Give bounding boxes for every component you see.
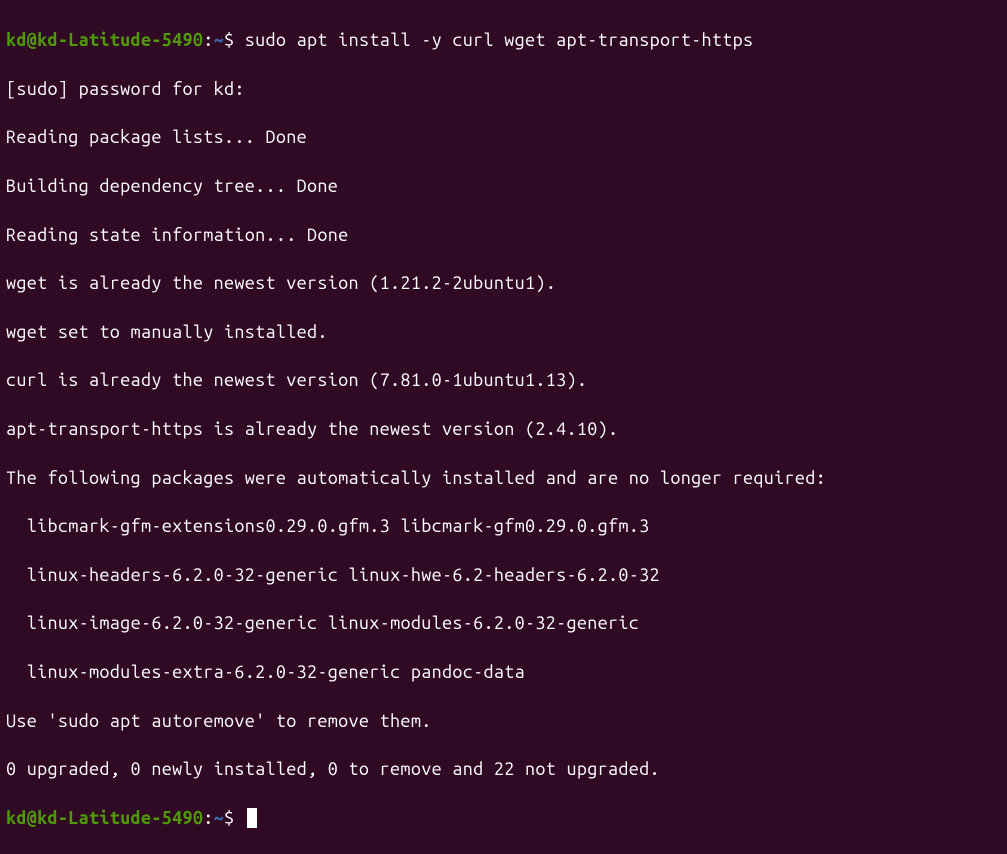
terminal[interactable]: kd@kd-Latitude-5490:~$ sudo apt install …	[6, 4, 1001, 854]
cursor-icon	[247, 808, 257, 828]
output-line: Reading package lists... Done	[6, 125, 1001, 149]
output-line: wget set to manually installed.	[6, 320, 1001, 344]
prompt-user: kd@kd-Latitude-5490	[6, 30, 203, 50]
prompt-colon: :	[203, 30, 213, 50]
prompt-user: kd@kd-Latitude-5490	[6, 808, 203, 828]
output-line: apt-transport-https is already the newes…	[6, 417, 1001, 441]
output-line: curl is already the newest version (7.81…	[6, 368, 1001, 392]
prompt-dollar: $	[224, 30, 245, 50]
prompt-colon: :	[203, 808, 213, 828]
output-line: libcmark-gfm-extensions0.29.0.gfm.3 libc…	[6, 514, 1001, 538]
output-line: Reading state information... Done	[6, 223, 1001, 247]
prompt-path: ~	[214, 808, 224, 828]
output-line: 0 upgraded, 0 newly installed, 0 to remo…	[6, 757, 1001, 781]
output-line: linux-headers-6.2.0-32-generic linux-hwe…	[6, 563, 1001, 587]
output-line: [sudo] password for kd:	[6, 77, 1001, 101]
output-line: wget is already the newest version (1.21…	[6, 271, 1001, 295]
output-line: linux-modules-extra-6.2.0-32-generic pan…	[6, 660, 1001, 684]
command-line-1: kd@kd-Latitude-5490:~$ sudo apt install …	[6, 28, 1001, 52]
command-line-2[interactable]: kd@kd-Latitude-5490:~$	[6, 806, 1001, 830]
output-line: Building dependency tree... Done	[6, 174, 1001, 198]
prompt-dollar: $	[224, 808, 245, 828]
output-line: Use 'sudo apt autoremove' to remove them…	[6, 709, 1001, 733]
output-line: linux-image-6.2.0-32-generic linux-modul…	[6, 611, 1001, 635]
command-text: sudo apt install -y curl wget apt-transp…	[245, 30, 754, 50]
prompt-path: ~	[214, 30, 224, 50]
output-line: The following packages were automaticall…	[6, 466, 1001, 490]
